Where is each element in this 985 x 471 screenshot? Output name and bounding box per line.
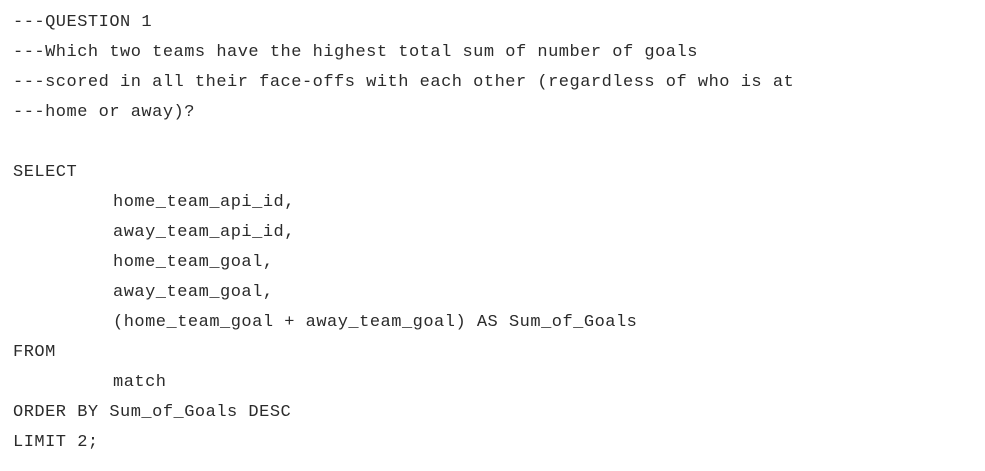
sql-keyword-from: FROM xyxy=(13,343,56,362)
comment-line-question-text: ---scored in all their face-offs with ea… xyxy=(13,73,795,92)
select-column-line: away_team_goal, xyxy=(113,283,274,302)
from-table-line: match xyxy=(113,373,167,392)
select-column-line: home_team_goal, xyxy=(113,253,274,272)
order-by-line: ORDER BY Sum_of_Goals DESC xyxy=(13,403,292,422)
sql-code-view: ---QUESTION 1 ---Which two teams have th… xyxy=(13,8,973,463)
select-column-line: away_team_api_id, xyxy=(113,223,295,242)
select-expression-line: (home_team_goal + away_team_goal) AS Sum… xyxy=(113,313,638,332)
limit-line: LIMIT 2; xyxy=(13,433,99,452)
comment-line-question-text: ---Which two teams have the highest tota… xyxy=(13,43,698,62)
comment-line-question-text: ---home or away)? xyxy=(13,103,195,122)
comment-line-question-title: ---QUESTION 1 xyxy=(13,13,153,32)
select-column-line: home_team_api_id, xyxy=(113,193,295,212)
sql-keyword-select: SELECT xyxy=(13,163,78,182)
